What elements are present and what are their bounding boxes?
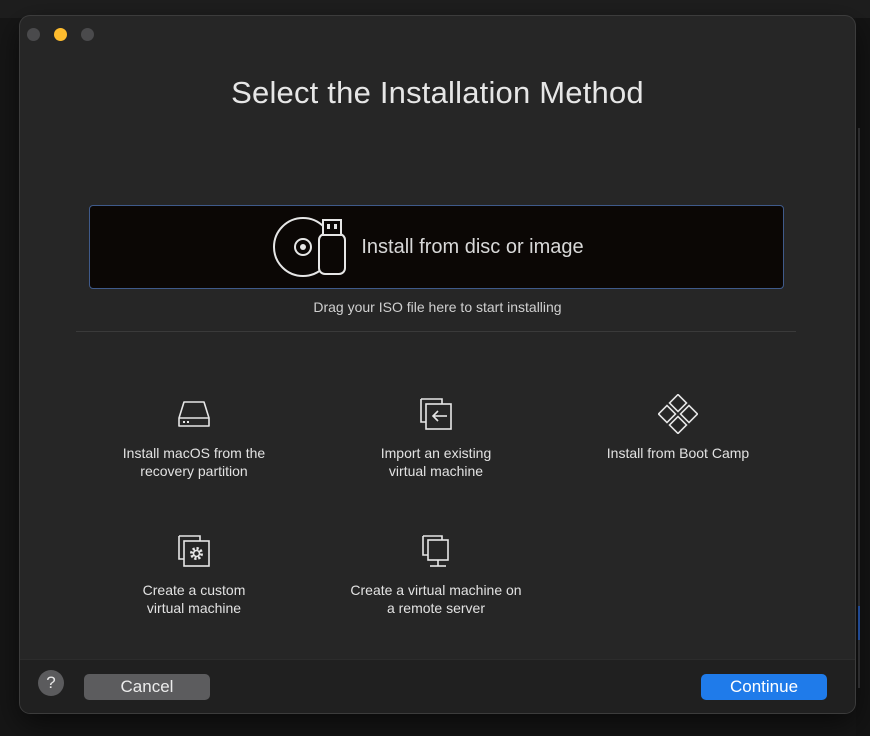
option-label: Install from Boot Camp bbox=[606, 445, 750, 461]
disc-usb-icon bbox=[273, 217, 347, 277]
close-window-button[interactable] bbox=[27, 28, 40, 41]
window-controls bbox=[27, 28, 94, 41]
continue-button[interactable]: Continue bbox=[701, 674, 827, 700]
remote-server-icon bbox=[422, 535, 449, 567]
option-label: Create a virtual machine on a remote ser… bbox=[350, 582, 522, 616]
install-from-disc-dropzone[interactable]: Install from disc or image bbox=[89, 205, 784, 289]
section-divider bbox=[76, 331, 796, 332]
minimize-window-button[interactable] bbox=[54, 28, 67, 41]
installation-assistant-dialog: Select the Installation Method Install f… bbox=[20, 16, 855, 713]
cancel-button[interactable]: Cancel bbox=[84, 674, 210, 700]
boot-camp-icon bbox=[658, 394, 698, 434]
option-label: Create a custom virtual machine bbox=[142, 582, 246, 616]
import-vm-icon bbox=[420, 398, 452, 430]
hard-drive-icon bbox=[178, 401, 210, 427]
option-label: Install macOS from the recovery partitio… bbox=[122, 445, 266, 479]
help-button[interactable]: ? bbox=[38, 670, 64, 696]
option-boot-camp[interactable]: Install from Boot Camp bbox=[558, 394, 798, 462]
dialog-footer: ? Cancel Continue bbox=[20, 659, 855, 713]
dropzone-label: Install from disc or image bbox=[361, 235, 584, 258]
drop-hint-text: Drag your ISO file here to start install… bbox=[313, 299, 562, 315]
custom-vm-gear-icon bbox=[178, 535, 210, 567]
background-divider bbox=[858, 128, 860, 688]
option-remote-server[interactable]: Create a virtual machine on a remote ser… bbox=[316, 531, 556, 617]
option-recovery-partition[interactable]: Install macOS from the recovery partitio… bbox=[74, 394, 314, 480]
option-custom-vm[interactable]: Create a custom virtual machine bbox=[74, 531, 314, 617]
background-selection bbox=[858, 606, 860, 640]
background-window-edge bbox=[856, 18, 870, 736]
option-import-vm[interactable]: Import an existing virtual machine bbox=[316, 394, 556, 480]
option-label: Import an existing virtual machine bbox=[380, 445, 492, 479]
dialog-title: Select the Installation Method bbox=[231, 75, 644, 110]
zoom-window-button[interactable] bbox=[81, 28, 94, 41]
